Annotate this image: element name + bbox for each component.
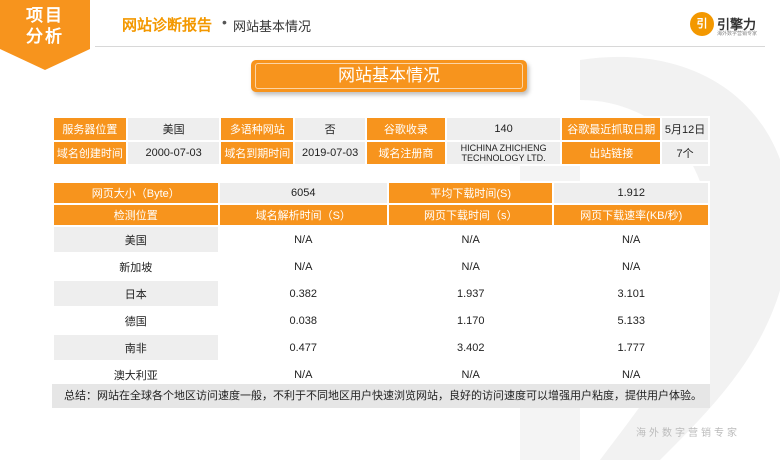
dns-time-cell: 0.477 xyxy=(217,333,389,362)
dns-time-cell: 0.038 xyxy=(217,306,389,335)
download-rate-cell: 5.133 xyxy=(552,306,710,335)
value-cell: 140 xyxy=(444,116,563,142)
table-row: 德国 0.038 1.170 5.133 xyxy=(52,306,710,335)
download-time-cell: N/A xyxy=(386,225,555,254)
download-time-cell: 1.937 xyxy=(386,279,555,308)
footer-slogan: 海外数字营销专家 xyxy=(636,428,740,439)
speed-table: 网页大小（Byte） 6054 平均下载时间(S) 1.912 检测位置 域名解… xyxy=(52,181,710,389)
label-cell: 服务器位置 xyxy=(52,116,128,142)
section-badge-line1: 项目 xyxy=(26,6,64,26)
label-cell: 域名注册商 xyxy=(365,140,447,166)
basic-info-table: 服务器位置 美国 多语种网站 否 谷歌收录 140 谷歌最近抓取日期 5月12日… xyxy=(52,116,710,166)
download-time-cell: N/A xyxy=(386,252,555,281)
avg-time-value: 1.912 xyxy=(552,181,710,205)
download-rate-cell: 3.101 xyxy=(552,279,710,308)
table-row: 美国 N/A N/A N/A xyxy=(52,225,710,254)
download-rate-cell: N/A xyxy=(552,252,710,281)
location-cell: 美国 xyxy=(52,225,220,254)
summary-text: 总结：网站在全球各个地区访问速度一般，不利于不同地区用户快速浏览网站，良好的访问… xyxy=(52,384,710,408)
table-row: 日本 0.382 1.937 3.101 xyxy=(52,279,710,308)
table-header-row: 检测位置 域名解析时间（S） 网页下载时间（s） 网页下载速率(KB/秒) xyxy=(52,203,710,227)
label-cell: 谷歌最近抓取日期 xyxy=(560,116,663,142)
header-divider xyxy=(95,46,765,47)
value-cell: 7个 xyxy=(660,140,710,166)
section-badge: 项目 分析 xyxy=(0,0,90,70)
logo-tagline: 海外数字营销专家 xyxy=(717,31,758,37)
value-cell: 美国 xyxy=(125,116,222,142)
report-title: 网站诊断报告 xyxy=(122,17,213,34)
value-cell: HICHINA ZHICHENG TECHNOLOGY LTD. xyxy=(444,140,563,166)
report-subtitle: 网站基本情况 xyxy=(233,19,312,34)
dns-time-cell: 0.382 xyxy=(217,279,389,308)
column-header: 域名解析时间（S） xyxy=(217,203,389,227)
table-row: 南非 0.477 3.402 1.777 xyxy=(52,333,710,362)
column-header: 网页下载时间（s） xyxy=(386,203,555,227)
dns-time-cell: N/A xyxy=(217,252,389,281)
avg-time-label: 平均下载时间(S) xyxy=(386,181,555,205)
brand-logo: 引 引擎力 海外数字营销专家 xyxy=(690,12,770,40)
download-rate-cell: N/A xyxy=(552,225,710,254)
column-header: 检测位置 xyxy=(52,203,220,227)
column-header: 网页下载速率(KB/秒) xyxy=(552,203,710,227)
logo-mark-icon: 引 xyxy=(690,12,714,36)
label-cell: 域名到期时间 xyxy=(219,140,296,166)
download-time-cell: 1.170 xyxy=(386,306,555,335)
download-time-cell: 3.402 xyxy=(386,333,555,362)
label-cell: 域名创建时间 xyxy=(52,140,128,166)
download-rate-cell: 1.777 xyxy=(552,333,710,362)
value-cell: 5月12日 xyxy=(660,116,710,142)
location-cell: 德国 xyxy=(52,306,220,335)
value-cell: 否 xyxy=(293,116,367,142)
page-size-value: 6054 xyxy=(217,181,389,205)
dns-time-cell: N/A xyxy=(217,225,389,254)
location-cell: 新加坡 xyxy=(52,252,220,281)
table-row: 网页大小（Byte） 6054 平均下载时间(S) 1.912 xyxy=(52,181,710,205)
location-cell: 日本 xyxy=(52,279,220,308)
value-cell: 2019-07-03 xyxy=(293,140,367,166)
label-cell: 出站链接 xyxy=(560,140,663,166)
table-row: 域名创建时间 2000-07-03 域名到期时间 2019-07-03 域名注册… xyxy=(52,140,710,166)
label-cell: 谷歌收录 xyxy=(365,116,447,142)
table-row: 服务器位置 美国 多语种网站 否 谷歌收录 140 谷歌最近抓取日期 5月12日 xyxy=(52,116,710,142)
title-separator: • xyxy=(222,14,227,30)
section-badge-line2: 分析 xyxy=(26,27,64,47)
location-cell: 南非 xyxy=(52,333,220,362)
section-banner: 网站基本情况 xyxy=(251,60,527,92)
page-size-label: 网页大小（Byte） xyxy=(52,181,220,205)
value-cell: 2000-07-03 xyxy=(125,140,222,166)
label-cell: 多语种网站 xyxy=(219,116,296,142)
table-row: 新加坡 N/A N/A N/A xyxy=(52,252,710,281)
